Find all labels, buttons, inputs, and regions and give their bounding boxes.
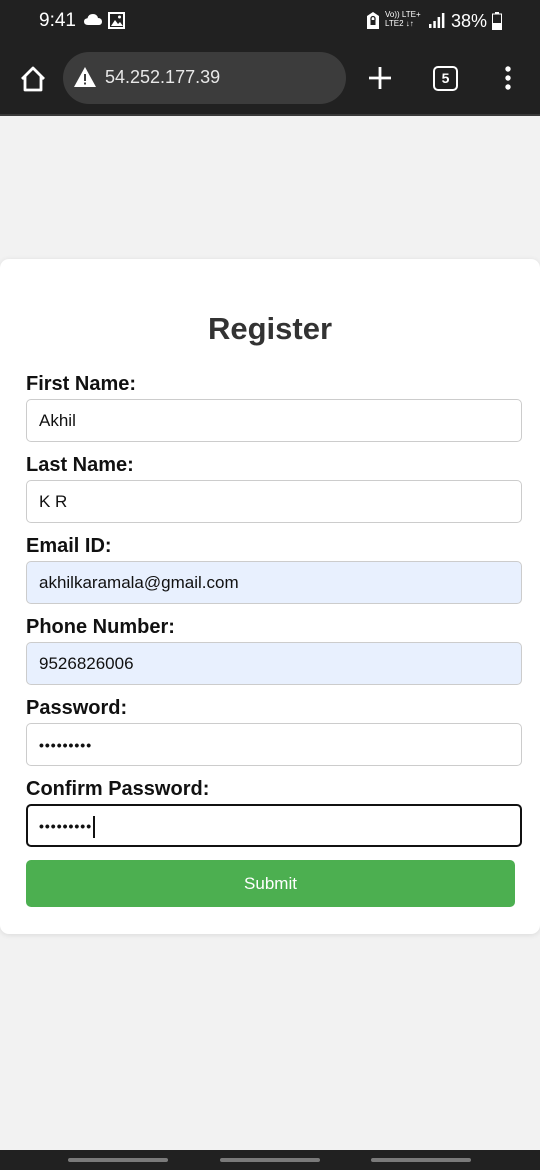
battery-percent: 38% [451, 11, 488, 31]
warning-icon[interactable] [73, 66, 97, 93]
first-name-input[interactable]: Akhil [26, 399, 522, 442]
lock-status-icon [366, 12, 380, 34]
network-line-2: LTE2 ↓↑ [385, 19, 414, 28]
confirm-password-input[interactable]: ••••••••• [26, 804, 522, 847]
signal-icon [429, 12, 445, 33]
password-input[interactable]: ••••••••• [26, 723, 522, 766]
status-time: 9:41 [39, 10, 76, 31]
image-icon [108, 12, 125, 34]
navigation-bar [0, 1150, 540, 1170]
last-name-label: Last Name: [26, 454, 134, 476]
password-value: ••••••••• [39, 737, 93, 753]
home-icon[interactable] [18, 64, 48, 94]
network-line-1: Vo)) LTE+ [385, 10, 421, 19]
nav-home-button[interactable] [220, 1158, 320, 1162]
confirm-password-value: ••••••••• [39, 818, 93, 834]
phone-label: Phone Number: [26, 616, 175, 638]
address-bar[interactable]: 54.252.177.39 [63, 52, 346, 104]
battery-icon [492, 12, 502, 35]
nav-recents-button[interactable] [68, 1158, 168, 1162]
submit-button[interactable]: Submit [26, 860, 515, 907]
more-options-icon[interactable] [500, 64, 516, 94]
password-label: Password: [26, 697, 128, 719]
register-card: Register First Name: Akhil Last Name: K … [0, 259, 540, 934]
url-text[interactable]: 54.252.177.39 [105, 67, 220, 88]
last-name-input[interactable]: K R [26, 480, 522, 523]
nav-back-button[interactable] [371, 1158, 471, 1162]
plus-icon[interactable] [366, 64, 394, 92]
text-caret [93, 815, 95, 838]
page-title: Register [207, 311, 333, 346]
email-label: Email ID: [26, 535, 112, 557]
tab-switcher-button[interactable]: 5 [433, 66, 458, 91]
phone-input[interactable]: 9526826006 [26, 642, 522, 685]
email-input[interactable]: akhilkaramala@gmail.com [26, 561, 522, 604]
browser-toolbar: 54.252.177.39 5 [0, 44, 540, 116]
confirm-password-label: Confirm Password: [26, 778, 210, 800]
status-bar: 9:41 Vo)) LTE+ LTE2 ↓↑ 38% [0, 0, 540, 44]
cloud-icon [84, 13, 102, 32]
first-name-label: First Name: [26, 373, 137, 395]
network-indicator: Vo)) LTE+ LTE2 ↓↑ [385, 10, 421, 28]
